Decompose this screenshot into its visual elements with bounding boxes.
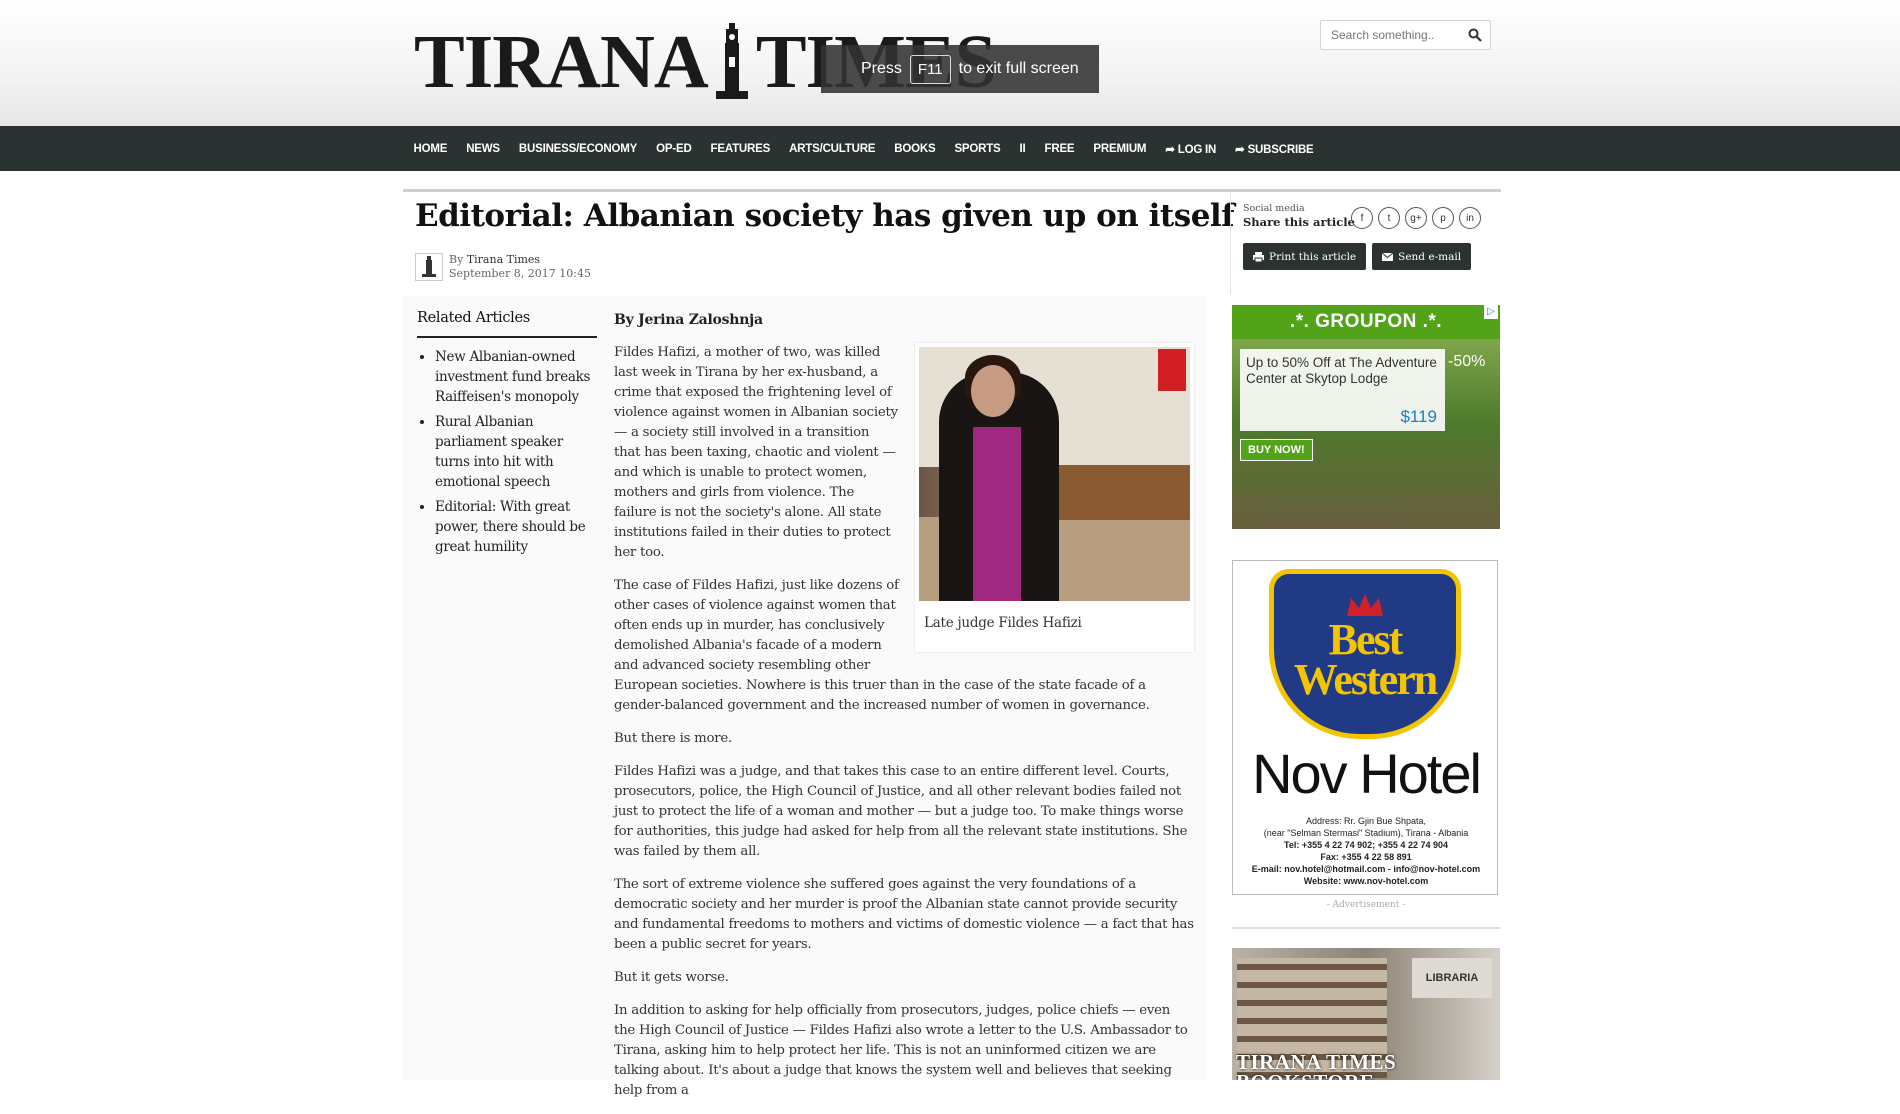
hotel-name: Nov Hotel <box>1252 742 1482 805</box>
article-photo[interactable] <box>919 347 1190 601</box>
bookstore-ad[interactable]: LIBRARIA TIRANA TIMES BOOKSTORE <box>1232 948 1500 1080</box>
best-western-wordmark: Best Western <box>1274 615 1456 704</box>
article-author: By Jerina Zaloshnja <box>614 312 763 328</box>
address-line: E-mail: nov.hotel@hotmail.com - info@nov… <box>1251 864 1481 874</box>
nav-item-books[interactable]: BOOKS <box>885 143 945 155</box>
groupon-buy-button[interactable]: BUY NOW! <box>1240 439 1313 461</box>
bookstore-line1: TIRANA TIMES <box>1236 1050 1397 1074</box>
groupon-price: $119 <box>1400 407 1437 426</box>
byline-date: September 8, 2017 10:45 <box>449 267 591 280</box>
share-label: Share this article <box>1243 215 1355 229</box>
nav-item-business-economy[interactable]: BUSINESS/ECONOMY <box>509 143 646 155</box>
hotel-address: Address: Rr. Gjin Bue Shpata, (near "Sel… <box>1233 815 1499 887</box>
groupon-discount: -50% <box>1448 353 1486 370</box>
article-paragraph: Fildes Hafizi was a judge, and that take… <box>614 764 1188 859</box>
nav-item-features[interactable]: FEATURES <box>701 143 780 155</box>
best-western-logo: Best Western <box>1269 569 1461 739</box>
bookstore-ad-text: TIRANA TIMES BOOKSTORE <box>1236 1050 1397 1081</box>
bookstore-sign: LIBRARIA <box>1412 958 1492 998</box>
search-input[interactable] <box>1321 21 1457 49</box>
email-button[interactable]: Send e-mail <box>1372 243 1472 270</box>
byline: By Tirana Times September 8, 2017 10:45 <box>415 253 591 281</box>
address-line: Website: www.nov-hotel.com <box>1303 876 1429 886</box>
groupon-logo: .*. GROUPON .*. <box>1232 305 1500 339</box>
best-western-ad[interactable]: Best Western Nov Hotel Address: Rr. Gjin… <box>1232 560 1498 895</box>
nav-item-free[interactable]: FREE <box>1035 143 1084 155</box>
related-heading: Related Articles <box>417 310 597 338</box>
groupon-offer-text: Up to 50% Off at The Adventure Center at… <box>1246 355 1437 386</box>
best-western-line2: Western <box>1293 655 1438 704</box>
related-item[interactable]: New Albanian-owned investment fund break… <box>435 347 597 407</box>
nav-item-ii[interactable]: II <box>1010 143 1035 155</box>
fullscreen-notice-suffix: to exit full screen <box>958 60 1079 77</box>
top-rule <box>403 189 1501 192</box>
byline-author[interactable]: Tirana Times <box>467 253 540 266</box>
address-line: Address: Rr. Gjin Bue Shpata, <box>1305 816 1427 826</box>
article-paragraph: But there is more. <box>614 731 733 746</box>
nav-item-arts-culture[interactable]: ARTS/CULTURE <box>780 143 885 155</box>
search-icon[interactable] <box>1468 28 1482 42</box>
clock-tower-icon <box>422 256 436 277</box>
nav-item-premium[interactable]: PREMIUM <box>1084 143 1156 155</box>
adchoices-icon[interactable]: ▷ <box>1484 305 1498 319</box>
facebook-icon[interactable]: f <box>1351 207 1373 229</box>
best-western-line1: Best <box>1328 615 1404 664</box>
linkedin-icon[interactable]: in <box>1459 207 1481 229</box>
article-paragraph: In addition to asking for help officiall… <box>614 1003 1188 1098</box>
article-paragraph: But it gets worse. <box>614 970 729 985</box>
print-button-label: Print this article <box>1269 250 1357 263</box>
main-nav: HOME NEWS BUSINESS/ECONOMY OP-ED FEATURE… <box>0 126 1900 171</box>
nav-item-sports[interactable]: SPORTS <box>945 143 1010 155</box>
envelope-icon <box>1382 252 1394 261</box>
article-figure: Late judge Fildes Hafizi <box>915 343 1194 652</box>
groupon-offer-card: Up to 50% Off at The Adventure Center at… <box>1240 349 1445 431</box>
related-articles: Related Articles New Albanian-owned inve… <box>417 310 597 562</box>
article-body: By Jerina Zaloshnja Late judge Fildes Ha… <box>614 310 1194 1114</box>
fullscreen-notice-prefix: Press <box>861 60 902 77</box>
google-plus-icon[interactable]: g+ <box>1405 207 1427 229</box>
address-line: Fax: +355 4 22 58 891 <box>1320 852 1412 862</box>
search-box <box>1320 20 1491 50</box>
byline-prefix: By <box>449 253 464 266</box>
fullscreen-notice: Press F11 to exit full screen <box>821 45 1099 93</box>
related-item[interactable]: Editorial: With great power, there shoul… <box>435 497 597 557</box>
share-block: Social media Share this article <box>1243 203 1355 229</box>
email-button-label: Send e-mail <box>1398 250 1462 263</box>
page-title: Editorial: Albanian society has given up… <box>415 198 1235 234</box>
figure-caption: Late judge Fildes Hafizi <box>924 615 1082 631</box>
twitter-icon[interactable]: t <box>1378 207 1400 229</box>
nav-item-home[interactable]: HOME <box>404 143 457 155</box>
sidebar-divider <box>1232 927 1500 929</box>
print-button[interactable]: Print this article <box>1243 243 1367 270</box>
logo-text-left: TIRANA <box>414 19 709 104</box>
advertisement-label: - Advertisement - <box>1326 900 1406 910</box>
nav-item-login[interactable]: ➦ LOG IN <box>1156 142 1226 156</box>
clock-tower-icon <box>715 23 748 99</box>
nav-item-op-ed[interactable]: OP-ED <box>647 143 701 155</box>
nav-item-news[interactable]: NEWS <box>457 143 510 155</box>
article-actions: Print this article Send e-mail <box>1243 243 1472 270</box>
article-paragraph: The sort of extreme violence she suffere… <box>614 877 1194 952</box>
bookstore-line2: BOOKSTORE <box>1236 1072 1396 1081</box>
byline-text: By Tirana Times September 8, 2017 10:45 <box>449 253 591 281</box>
groupon-ad[interactable]: .*. GROUPON .*. Up to 50% Off at The Adv… <box>1232 305 1500 529</box>
fullscreen-notice-key: F11 <box>909 54 951 84</box>
share-label-small: Social media <box>1243 203 1305 214</box>
share-icons: f t g+ p in <box>1351 207 1481 229</box>
pinterest-icon[interactable]: p <box>1432 207 1454 229</box>
address-line: (near "Selman Stermasi" Stadium), Tirana… <box>1263 828 1469 838</box>
nav-item-subscribe[interactable]: ➦ SUBSCRIBE <box>1226 142 1323 156</box>
printer-icon <box>1253 251 1264 262</box>
related-item[interactable]: Rural Albanian parliament speaker turns … <box>435 412 597 492</box>
address-line: Tel: +355 4 22 74 902; +355 4 22 74 904 <box>1284 840 1448 850</box>
share-divider <box>1230 192 1231 294</box>
avatar <box>415 253 443 281</box>
